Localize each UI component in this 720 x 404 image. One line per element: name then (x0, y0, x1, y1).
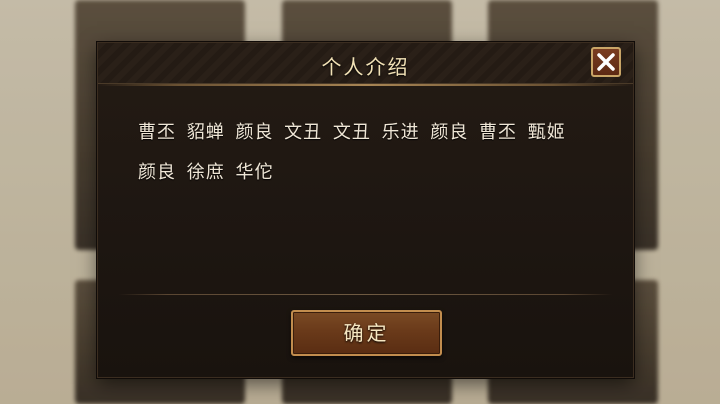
intro-line-2: 颜良 徐庶 华佗 (138, 162, 274, 183)
close-icon (597, 53, 615, 71)
close-button[interactable] (591, 47, 621, 77)
intro-line-1: 曹丕 貂蝉 颜良 文丑 文丑 乐进 颜良 曹丕 甄姬 (138, 122, 566, 143)
intro-text: 曹丕 貂蝉 颜良 文丑 文丑 乐进 颜良 曹丕 甄姬 颜良 徐庶 华佗 (138, 113, 593, 193)
dialog-titlebar: 个人介绍 (98, 43, 633, 86)
personal-intro-dialog: 个人介绍 曹丕 貂蝉 颜良 文丑 文丑 乐进 颜良 曹丕 甄姬 颜良 徐庶 华佗… (97, 42, 634, 378)
confirm-button[interactable]: 确定 (291, 310, 442, 356)
divider (118, 294, 613, 295)
dialog-title: 个人介绍 (321, 55, 410, 79)
